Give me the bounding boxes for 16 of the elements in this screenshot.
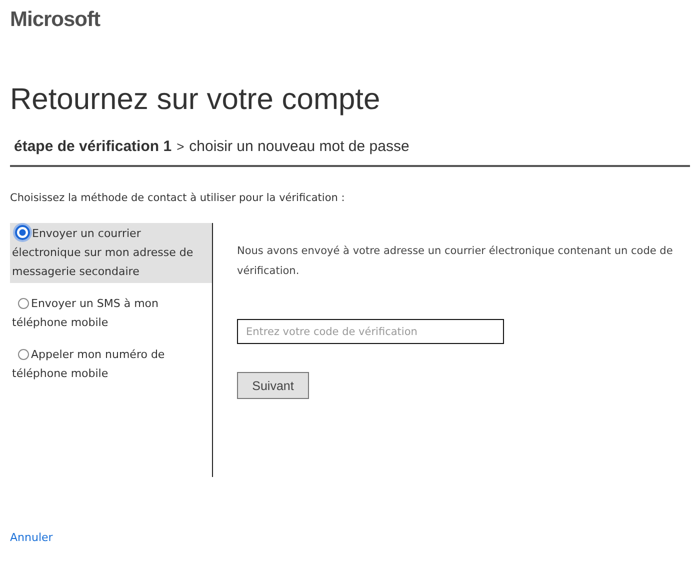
instruction-text: Choisissez la méthode de contact à utiliser pour la vérification : <box>10 192 345 204</box>
radio-button[interactable] <box>18 349 29 360</box>
radio-button[interactable] <box>15 225 30 240</box>
contact-method-option[interactable]: Envoyer un SMS à mon téléphone mobile <box>10 293 212 334</box>
next-step: choisir un nouveau mot de passe <box>189 138 410 155</box>
radio-button[interactable] <box>18 298 29 309</box>
contact-method-option[interactable]: Appeler mon numéro de téléphone mobile <box>10 344 212 385</box>
code-field[interactable]: Entrez votre code de vérification <box>237 319 504 344</box>
next-button[interactable]: Suivant <box>237 372 309 399</box>
breadcrumb-separator: > <box>176 139 184 154</box>
info-message: Nous avons envoyé à votre adresse un courrier électronique contenant un code de vérification. <box>237 244 674 279</box>
contact-method-option[interactable]: Envoyer un courrier électronique sur mon adresse de messagerie secondaire <box>10 223 212 283</box>
current-step: étape de vérification 1 <box>14 138 172 155</box>
cancel-link[interactable]: Annuler <box>10 531 53 544</box>
page-title: Retournez sur votre compte <box>10 82 382 118</box>
microsoft-logo: Microsoft <box>10 8 100 32</box>
